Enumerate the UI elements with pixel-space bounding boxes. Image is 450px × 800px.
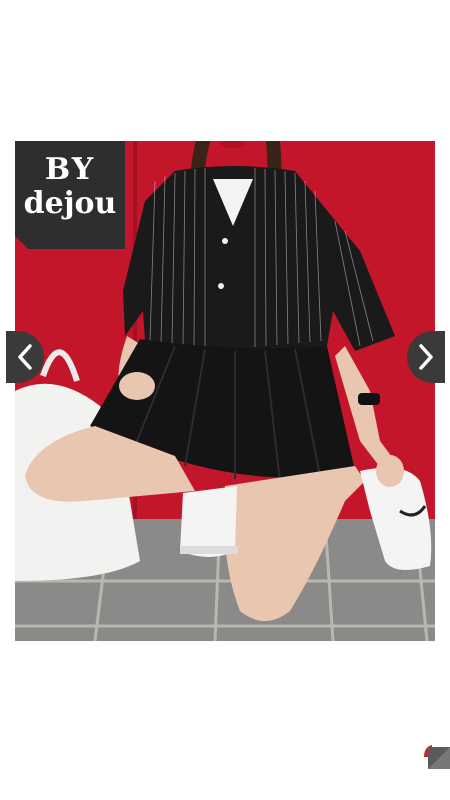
corner-badge-icon[interactable] (422, 743, 450, 769)
image-viewer: BY dejou (0, 0, 450, 800)
watermark-line1: BY (44, 152, 96, 187)
product-photo[interactable]: BY dejou (15, 141, 435, 641)
chevron-left-icon (18, 344, 32, 370)
chevron-right-icon (419, 344, 433, 370)
watermark-line2: dejou (23, 186, 117, 221)
watermark-logo: BY dejou (15, 141, 125, 249)
